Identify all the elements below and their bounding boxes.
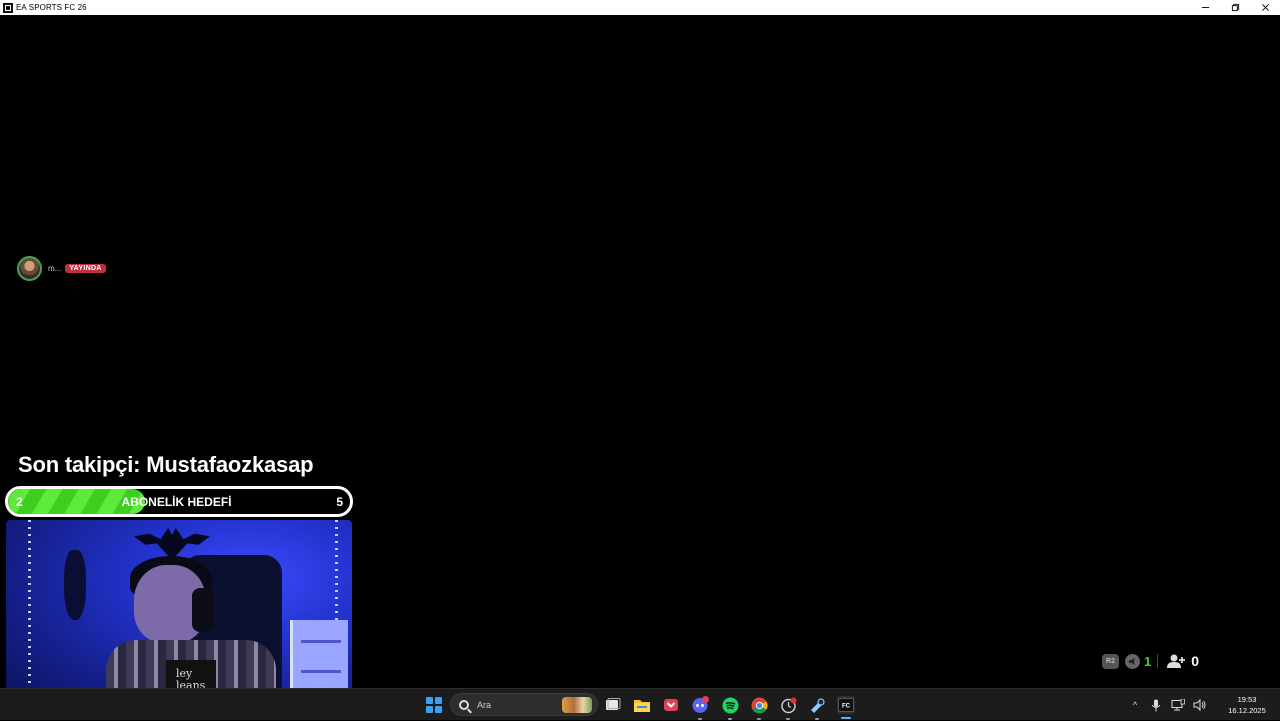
speaker-icon — [1125, 653, 1140, 669]
chevron-up-icon[interactable]: ^ — [1128, 700, 1142, 710]
system-tray: ^ 19:53 16.12.2025 — [1128, 689, 1280, 721]
clock-app-button[interactable] — [779, 696, 797, 720]
restore-button[interactable] — [1220, 0, 1250, 15]
steam-button[interactable] — [808, 696, 826, 720]
chrome-button[interactable] — [750, 696, 768, 720]
live-badge: YAYINDA — [65, 264, 106, 273]
svg-text:FC: FC — [842, 704, 851, 710]
subscription-goal-bar: 2 ABONELİK HEDEFİ 5 — [5, 486, 353, 517]
discord-live-indicator[interactable]: m... YAYINDA — [17, 256, 106, 281]
chrome-icon — [751, 697, 767, 713]
task-view-button[interactable] — [604, 696, 622, 714]
taskbar: Ara FC ^ 19:53 16.12.2025 — [0, 688, 1280, 720]
minimize-button[interactable] — [1190, 0, 1220, 15]
close-button[interactable] — [1250, 0, 1280, 15]
viewers-icon — [1167, 654, 1186, 668]
webcam-feed: ley leans — [6, 520, 352, 715]
pocket-button[interactable] — [662, 696, 680, 714]
ea-app-icon — [3, 2, 13, 13]
close-icon — [1261, 4, 1269, 11]
volume-icon[interactable] — [1192, 697, 1208, 713]
discord-icon — [692, 696, 709, 713]
microphone-icon[interactable] — [1148, 697, 1164, 713]
network-icon[interactable] — [1170, 697, 1186, 713]
start-button[interactable] — [426, 697, 442, 713]
clock-app-icon — [780, 697, 796, 713]
window-title: EA SPORTS FC 26 — [16, 3, 87, 12]
restore-icon — [1231, 3, 1239, 12]
stream-stats: R2 1 0 — [1102, 652, 1199, 670]
goal-label: ABONELİK HEDEFİ — [121, 495, 232, 509]
viewer-count: 0 — [1191, 653, 1200, 669]
minimize-icon — [1201, 7, 1209, 8]
clock-time: 19:53 — [1237, 695, 1257, 704]
r2-badge: R2 — [1102, 653, 1119, 669]
discord-button[interactable] — [691, 696, 709, 720]
bat-logo-decoration — [134, 528, 210, 556]
goal-target: 5 — [336, 495, 343, 509]
ea-app-icon: FC — [838, 698, 854, 712]
clock-date: 16.12.2025 — [1228, 706, 1266, 715]
steam-icon — [810, 697, 825, 713]
search-highlight-image — [562, 697, 592, 713]
audio-count: 1 — [1144, 653, 1152, 669]
taskbar-search[interactable]: Ara — [450, 693, 598, 716]
last-follower-text: Son takipçi: Mustafaozkasap — [18, 452, 314, 477]
pocket-icon — [664, 699, 678, 711]
search-placeholder: Ara — [477, 699, 492, 710]
spotify-button[interactable] — [721, 696, 739, 720]
file-explorer-icon — [634, 699, 650, 712]
avatar — [17, 256, 42, 281]
file-explorer-button[interactable] — [633, 696, 651, 714]
task-view-icon — [606, 698, 621, 710]
window-title-bar: EA SPORTS FC 26 — [0, 0, 1280, 15]
search-icon — [459, 699, 469, 710]
taskbar-clock[interactable]: 19:53 16.12.2025 — [1218, 694, 1276, 716]
ea-app-button[interactable]: FC — [837, 696, 855, 719]
spotify-icon — [722, 697, 738, 713]
live-user-name: m... — [48, 264, 62, 273]
